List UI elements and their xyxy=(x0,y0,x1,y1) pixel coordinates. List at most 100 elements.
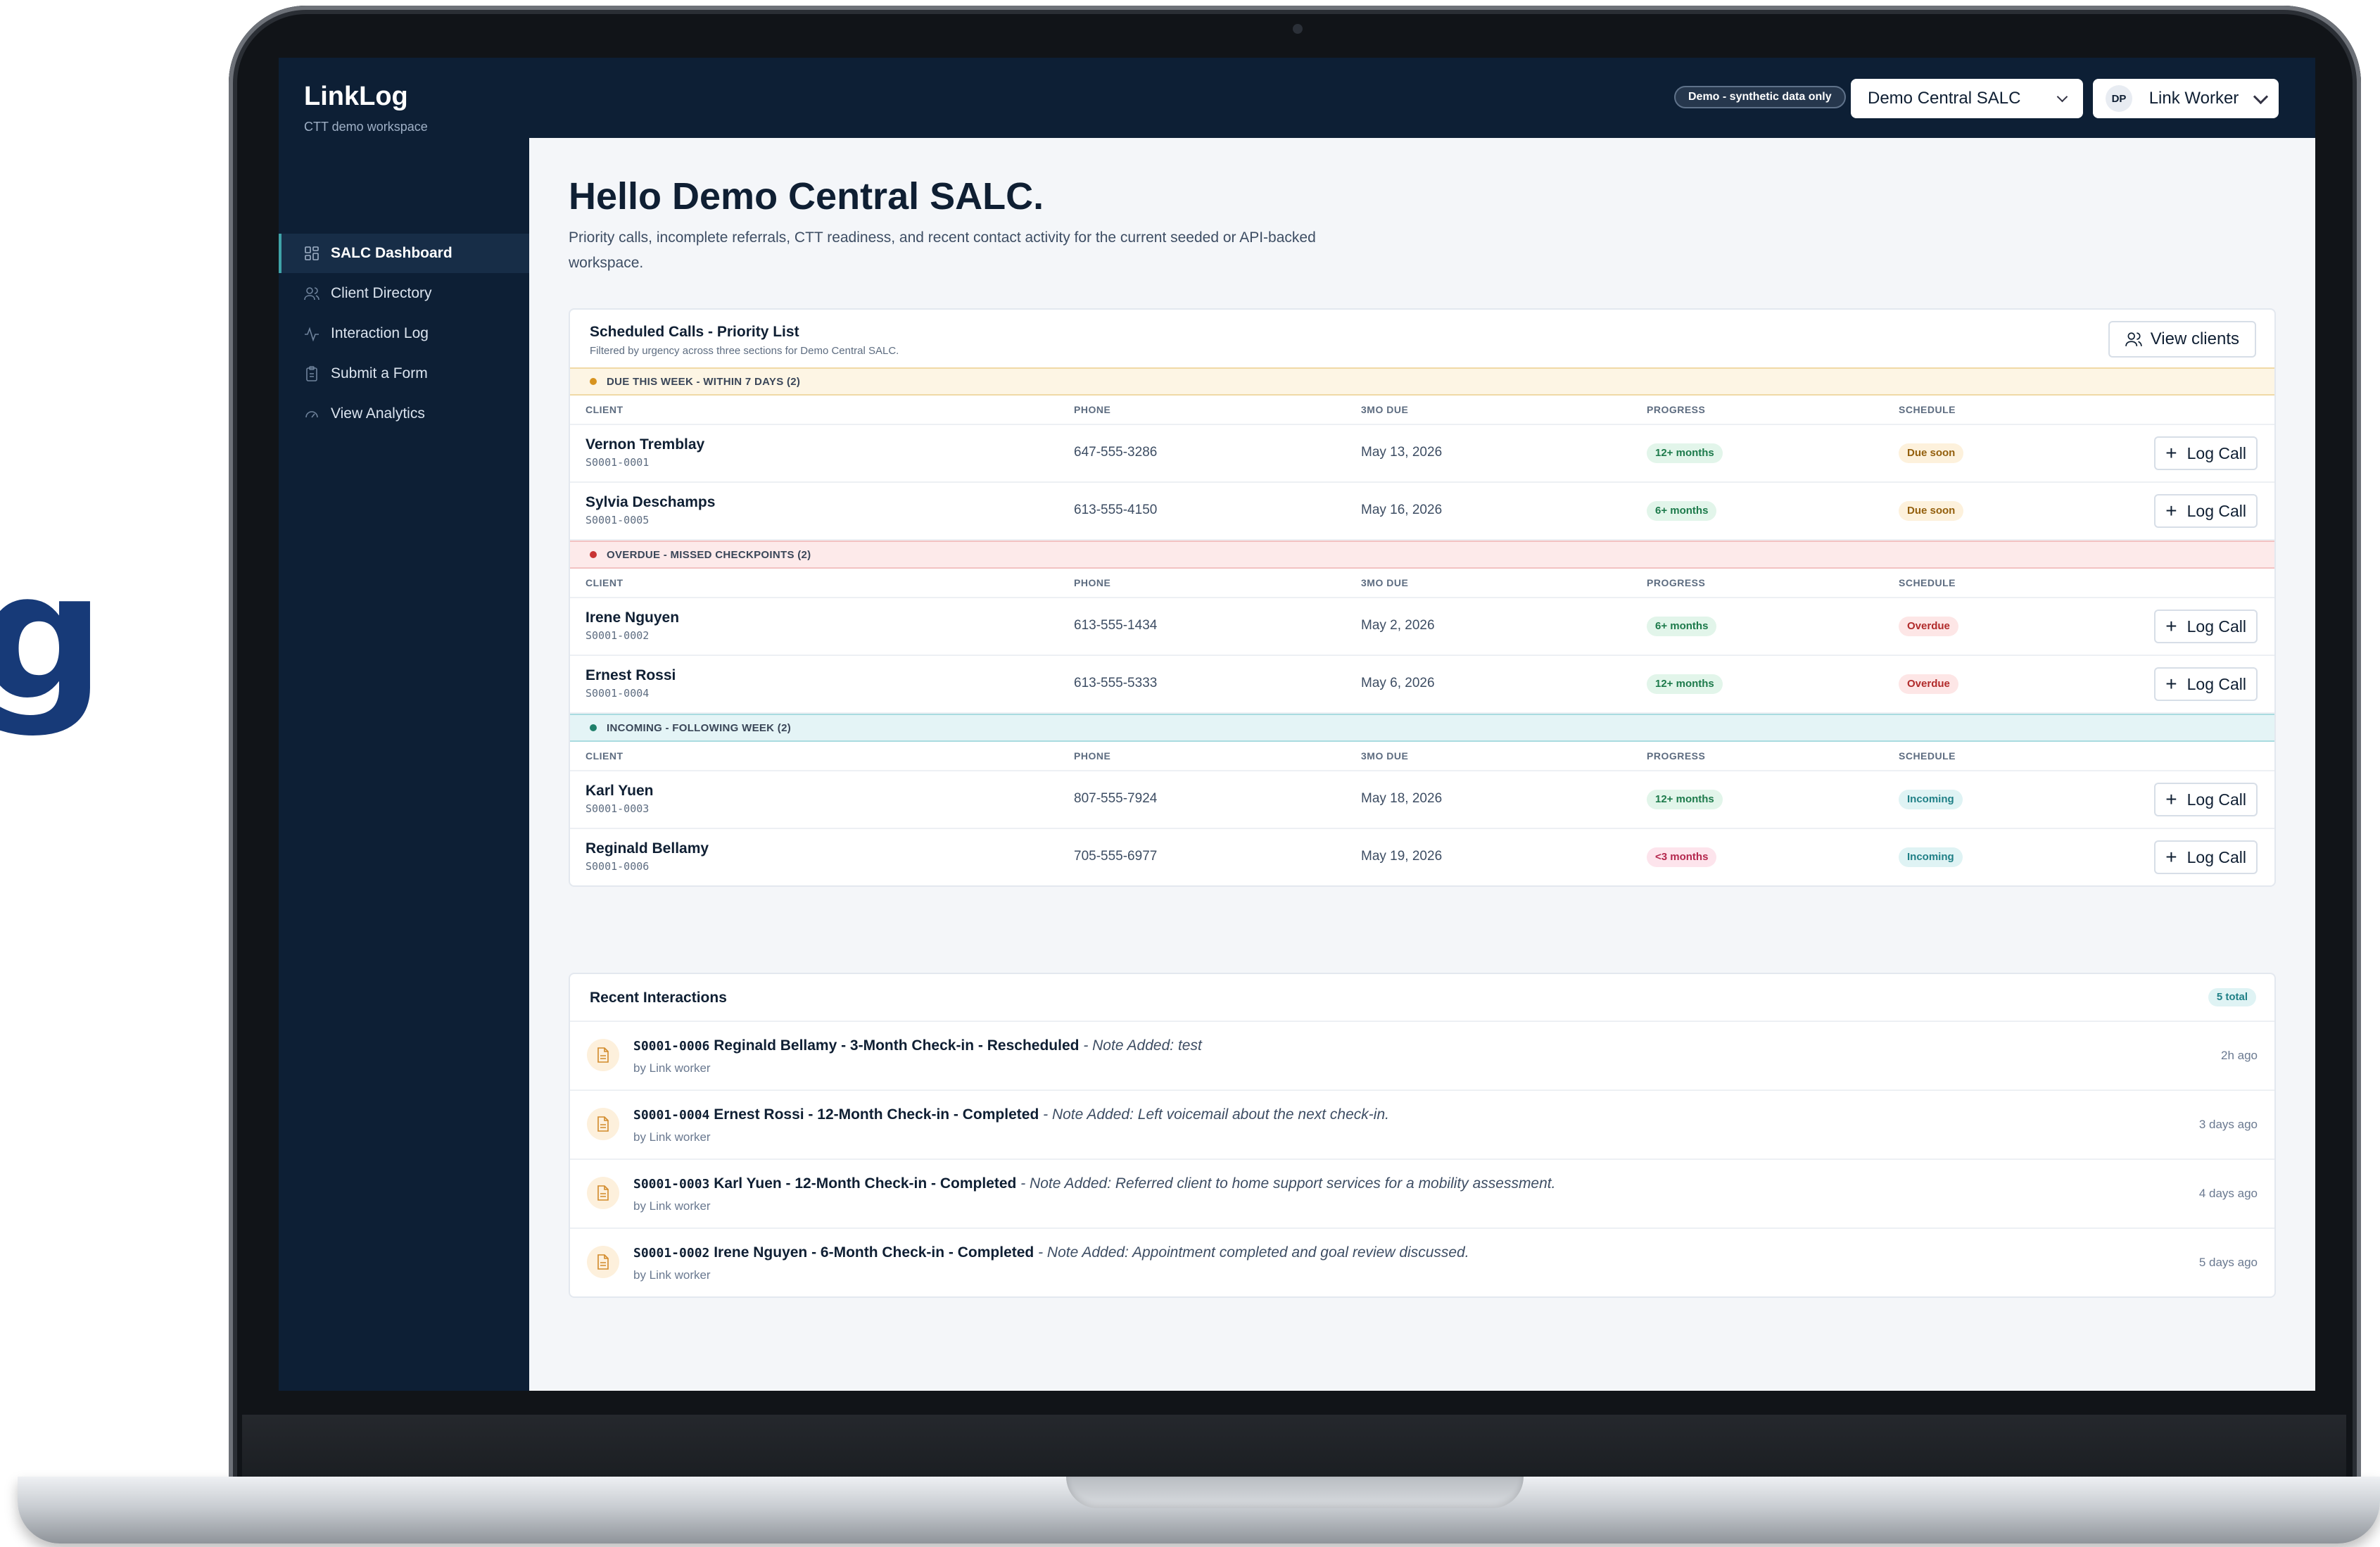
card-title: Scheduled Calls - Priority List xyxy=(590,324,799,340)
status-dot xyxy=(590,551,597,558)
top-bar: LinkLog CTT demo workspace Demo - synthe… xyxy=(279,58,2315,138)
log-call-button[interactable]: + Log Call xyxy=(2154,783,2258,816)
progress-badge: <3 months xyxy=(1647,847,1717,867)
app-logo[interactable]: LinkLog xyxy=(304,82,408,112)
col-due: 3MO DUE xyxy=(1361,750,1409,762)
interaction-note: - Note Added: Left voicemail about the n… xyxy=(1043,1106,1389,1123)
list-item[interactable]: S0001-0004 Ernest Rossi - 12-Month Check… xyxy=(570,1091,2274,1160)
interaction-note: - Note Added: test xyxy=(1083,1037,1202,1054)
sidebar-item-client-directory[interactable]: Client Directory xyxy=(279,274,529,313)
interaction-line: S0001-0002 Irene Nguyen - 6-Month Check-… xyxy=(633,1244,1469,1261)
camera-dot xyxy=(1293,24,1303,34)
col-schedule: SCHEDULE xyxy=(1899,750,1956,762)
section-label: INCOMING - FOLLOWING WEEK (2) xyxy=(607,721,792,734)
interaction-author: by Link worker xyxy=(633,1130,711,1144)
list-item[interactable]: S0001-0002 Irene Nguyen - 6-Month Check-… xyxy=(570,1229,2274,1296)
client-id: S0001-0003 xyxy=(633,1177,710,1192)
table-row: Sylvia Deschamps S0001-0005 613-555-4150… xyxy=(570,483,2274,541)
client-name[interactable]: Reginald Bellamy xyxy=(585,840,709,857)
client-id: S0001-0005 xyxy=(585,514,650,526)
view-clients-button[interactable]: View clients xyxy=(2108,321,2256,358)
sidebar-item-view-analytics[interactable]: View Analytics xyxy=(279,394,529,434)
card-subtitle: Filtered by urgency across three section… xyxy=(590,345,899,357)
log-call-button[interactable]: + Log Call xyxy=(2154,610,2258,643)
due-date: May 13, 2026 xyxy=(1361,445,1443,460)
document-icon xyxy=(587,1039,619,1071)
user-name: Link Worker xyxy=(2148,89,2239,108)
client-cell: Reginald Bellamy S0001-0006 xyxy=(585,840,709,873)
user-menu[interactable]: DP Link Worker xyxy=(2093,79,2279,118)
chevron-down-icon xyxy=(2253,89,2269,104)
section-label: DUE THIS WEEK - WITHIN 7 DAYS (2) xyxy=(607,375,801,388)
plus-icon: + xyxy=(2165,788,2177,810)
progress-badge: 12+ months xyxy=(1647,443,1723,463)
table-row: Karl Yuen S0001-0003 807-555-7924 May 18… xyxy=(570,771,2274,829)
plus-icon: + xyxy=(2165,615,2177,637)
chevron-down-icon xyxy=(2056,91,2068,102)
log-call-button[interactable]: + Log Call xyxy=(2154,667,2258,701)
client-cell: Vernon Tremblay S0001-0001 xyxy=(585,436,704,469)
client-name[interactable]: Karl Yuen xyxy=(585,783,654,800)
table-header: CLIENT PHONE 3MO DUE PROGRESS SCHEDULE xyxy=(570,742,2274,771)
list-item[interactable]: S0001-0006 Reginald Bellamy - 3-Month Ch… xyxy=(570,1022,2274,1091)
progress-badge: 6+ months xyxy=(1647,617,1717,636)
col-phone: PHONE xyxy=(1074,404,1111,415)
interaction-author: by Link worker xyxy=(633,1061,711,1075)
col-progress: PROGRESS xyxy=(1647,750,1706,762)
log-call-label: Log Call xyxy=(2186,790,2246,809)
view-clients-label: View clients xyxy=(2150,329,2239,348)
client-name[interactable]: Vernon Tremblay xyxy=(585,436,704,453)
client-id: S0001-0004 xyxy=(585,687,650,700)
client-name[interactable]: Ernest Rossi xyxy=(585,667,676,684)
sidebar-item-salc-dashboard[interactable]: SALC Dashboard xyxy=(279,234,529,273)
log-call-button[interactable]: + Log Call xyxy=(2154,840,2258,874)
sidebar-item-label: Submit a Form xyxy=(331,365,428,381)
table-row: Reginald Bellamy S0001-0006 705-555-6977… xyxy=(570,829,2274,885)
sidebar-item-interaction-log[interactable]: Interaction Log xyxy=(279,314,529,353)
workspace-select[interactable]: Demo Central SALC xyxy=(1851,79,2083,118)
log-call-label: Log Call xyxy=(2186,674,2246,693)
client-name[interactable]: Sylvia Deschamps xyxy=(585,494,715,511)
sidebar-item-label: SALC Dashboard xyxy=(331,245,452,261)
section-label: OVERDUE - MISSED CHECKPOINTS (2) xyxy=(607,548,811,561)
due-date: May 19, 2026 xyxy=(1361,849,1443,864)
activity-icon xyxy=(304,326,319,341)
users-icon xyxy=(2125,331,2142,348)
schedule-badge: Incoming xyxy=(1899,847,1963,867)
list-item[interactable]: S0001-0003 Karl Yuen - 12-Month Check-in… xyxy=(570,1160,2274,1229)
users-icon xyxy=(304,286,319,301)
status-dot xyxy=(590,724,597,731)
col-due: 3MO DUE xyxy=(1361,404,1409,415)
client-id: S0001-0001 xyxy=(585,456,650,469)
interaction-line: S0001-0006 Reginald Bellamy - 3-Month Ch… xyxy=(633,1037,1202,1054)
section-overdue: OVERDUE - MISSED CHECKPOINTS (2) xyxy=(570,541,2274,569)
interaction-note: - Note Added: Referred client to home su… xyxy=(1020,1175,1556,1192)
interaction-title: Irene Nguyen - 6-Month Check-in - Comple… xyxy=(714,1244,1034,1261)
page-title: Hello Demo Central SALC. xyxy=(569,175,1044,217)
client-id: S0001-0002 xyxy=(633,1246,710,1261)
sidebar: SALC Dashboard Client Directory Interact… xyxy=(279,138,529,1391)
log-call-button[interactable]: + Log Call xyxy=(2154,436,2258,470)
client-cell: Sylvia Deschamps S0001-0005 xyxy=(585,494,715,526)
main-content: Hello Demo Central SALC. Priority calls,… xyxy=(529,138,2315,1391)
card-header: Recent Interactions 5 total xyxy=(570,974,2274,1022)
client-name[interactable]: Irene Nguyen xyxy=(585,610,679,626)
sidebar-item-submit-a-form[interactable]: Submit a Form xyxy=(279,354,529,393)
document-icon xyxy=(587,1177,619,1209)
interaction-note: - Note Added: Appointment completed and … xyxy=(1038,1244,1469,1261)
col-schedule: SCHEDULE xyxy=(1899,577,1956,588)
gauge-icon xyxy=(304,406,319,422)
interaction-author: by Link worker xyxy=(633,1268,711,1282)
log-call-label: Log Call xyxy=(2186,501,2246,520)
progress-badge: 12+ months xyxy=(1647,674,1723,694)
table-row: Ernest Rossi S0001-0004 613-555-5333 May… xyxy=(570,656,2274,714)
client-id: S0001-0006 xyxy=(633,1039,710,1054)
client-id: S0001-0003 xyxy=(585,802,650,815)
client-phone: 613-555-5333 xyxy=(1074,676,1158,690)
plus-icon: + xyxy=(2165,673,2177,695)
table-row: Irene Nguyen S0001-0002 613-555-1434 May… xyxy=(570,598,2274,656)
col-phone: PHONE xyxy=(1074,577,1111,588)
log-call-button[interactable]: + Log Call xyxy=(2154,494,2258,528)
backdrop-brand-fragment: g xyxy=(0,534,105,739)
laptop-chin xyxy=(242,1415,2346,1485)
